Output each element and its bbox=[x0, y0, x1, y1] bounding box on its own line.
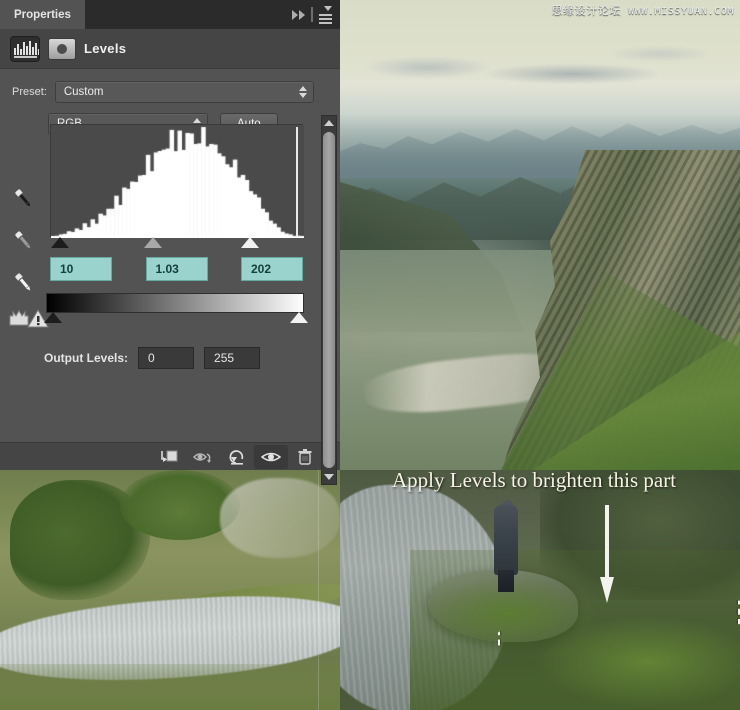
midtone-input-field[interactable]: 1.03 bbox=[145, 257, 208, 281]
delete-adjustment-button[interactable] bbox=[288, 445, 322, 469]
scroll-up-arrow-icon[interactable] bbox=[324, 116, 334, 130]
set-black-point-eyedropper[interactable] bbox=[10, 187, 34, 211]
person-coat bbox=[494, 505, 518, 575]
watermark: 思缘设计论坛 WWW.MISSYUAN.COM bbox=[551, 2, 734, 18]
panel-header: Levels bbox=[0, 29, 340, 69]
output-levels-row: Output Levels: 0 255 bbox=[44, 347, 261, 369]
gradient-strip bbox=[46, 293, 304, 313]
screenshot-root: Apply Levels to brighten this part 思缘设计论… bbox=[0, 0, 740, 710]
output-black-slider-handle[interactable] bbox=[44, 312, 62, 323]
input-levels-slider bbox=[50, 237, 303, 250]
histogram-icon-bars bbox=[14, 40, 39, 55]
gravel-bank bbox=[220, 478, 340, 558]
preset-stepper-icon bbox=[299, 86, 307, 98]
white-point-slider-handle[interactable] bbox=[241, 237, 259, 248]
annotation-caption: Apply Levels to brighten this part bbox=[392, 468, 677, 492]
layer-seam bbox=[318, 470, 319, 710]
histogram-canvas bbox=[51, 125, 304, 238]
chevron-down-icon bbox=[324, 5, 332, 11]
input-levels-fields: 10 1.03 202 bbox=[50, 257, 303, 281]
preset-value: Custom bbox=[63, 86, 104, 98]
output-levels-slider bbox=[40, 312, 308, 324]
down-arrow-icon bbox=[600, 505, 614, 605]
histogram-right-edge-marker bbox=[296, 127, 298, 236]
panel-footer-toolbar bbox=[0, 442, 340, 470]
panel-menu-button[interactable] bbox=[319, 5, 332, 24]
levels-histogram-icon[interactable] bbox=[10, 35, 40, 62]
output-max-field[interactable]: 255 bbox=[204, 347, 261, 369]
scrollbar-thumb[interactable] bbox=[323, 132, 335, 468]
watermark-site-name: 思缘设计论坛 bbox=[551, 4, 622, 17]
arrow-shaft bbox=[605, 505, 609, 583]
highlight-input-field[interactable]: 202 bbox=[241, 257, 303, 281]
scroll-down-arrow-icon[interactable] bbox=[324, 470, 334, 484]
panel-scrollbar[interactable] bbox=[321, 115, 337, 485]
preset-label: Preset: bbox=[12, 86, 47, 98]
panel-tabbar-controls bbox=[292, 0, 340, 29]
histogram-display bbox=[50, 124, 304, 238]
output-levels-label: Output Levels: bbox=[44, 351, 129, 365]
reset-button[interactable] bbox=[220, 445, 254, 469]
person-legs bbox=[498, 570, 514, 592]
tabbar-divider bbox=[311, 7, 313, 22]
toggle-visibility-button[interactable] bbox=[254, 444, 288, 469]
properties-panel: Properties Levels Preset: Custom 10 1.03… bbox=[0, 0, 340, 485]
eyedropper-tools bbox=[10, 187, 34, 295]
panel-body: Preset: Custom RGB Auto bbox=[0, 69, 340, 485]
shadow-input-field[interactable]: 10 bbox=[50, 257, 112, 281]
clip-to-layer-button[interactable] bbox=[152, 445, 186, 469]
view-previous-state-button[interactable] bbox=[186, 445, 220, 469]
panel-tabbar: Properties bbox=[0, 0, 340, 29]
tabbar-empty-area bbox=[85, 0, 292, 29]
midtone-slider-handle[interactable] bbox=[144, 237, 162, 248]
tab-properties[interactable]: Properties bbox=[0, 0, 86, 29]
panel-title: Levels bbox=[84, 41, 127, 56]
set-gray-point-eyedropper[interactable] bbox=[10, 229, 34, 253]
preset-row: Preset: Custom bbox=[0, 77, 340, 103]
canvas-photo-bottom-left bbox=[0, 470, 340, 710]
black-point-slider-handle[interactable] bbox=[51, 237, 69, 248]
watermark-url: WWW.MISSYUAN.COM bbox=[628, 6, 734, 17]
output-white-slider-handle[interactable] bbox=[290, 312, 308, 323]
output-gradient-ramp bbox=[46, 293, 304, 313]
collapse-to-icons-button[interactable] bbox=[292, 9, 305, 20]
canvas-photo-top-right bbox=[340, 0, 740, 472]
foreground-grass bbox=[0, 664, 340, 710]
preset-select[interactable]: Custom bbox=[54, 81, 314, 103]
histogram-icon-baseline bbox=[14, 55, 37, 58]
sky-clouds bbox=[340, 18, 740, 108]
set-white-point-eyedropper[interactable] bbox=[10, 271, 34, 295]
output-min-field[interactable]: 0 bbox=[138, 347, 195, 369]
layer-mask-icon[interactable] bbox=[48, 37, 76, 60]
